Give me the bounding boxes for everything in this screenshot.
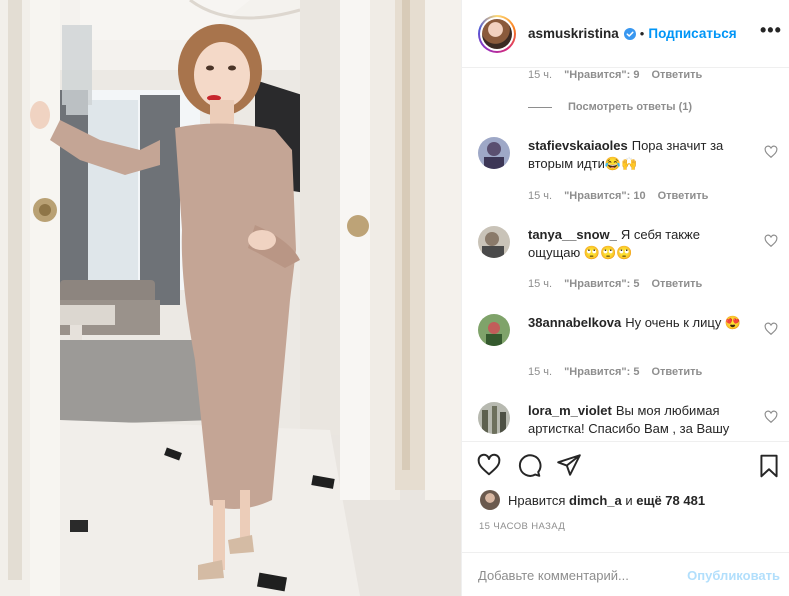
comment-like-heart-icon[interactable] [764,410,778,424]
reply-button[interactable]: Ответить [651,69,702,81]
author-username[interactable]: asmuskristina [528,26,619,41]
view-replies-line [528,106,552,108]
comment-meta: 15 ч. "Нравится": 5 Ответить [528,366,702,378]
bookmark-icon[interactable] [756,453,782,479]
comment-likes[interactable]: "Нравится": 5 [564,366,639,378]
post-side-panel: asmuskristina • Подписаться ••• 15 ч. "Н… [461,0,789,596]
reply-button[interactable]: Ответить [658,190,709,202]
reply-button[interactable]: Ответить [651,278,702,290]
verified-badge-icon [623,27,636,40]
comment-time: 15 ч. [528,69,553,81]
more-options-icon[interactable]: ••• [760,21,781,46]
comment-likes[interactable]: "Нравится": 10 [564,190,645,202]
post-photo[interactable] [0,0,461,596]
commenter-avatar[interactable] [478,137,510,169]
commenter-avatar[interactable] [478,226,510,258]
comment-meta: 15 ч. "Нравится": 5 Ответить [528,278,702,290]
comment-like-heart-icon[interactable] [764,234,778,248]
comment-text: Ну очень к лицу 😍 [625,315,742,330]
comment-like-heart-icon[interactable] [764,322,778,336]
like-heart-icon[interactable] [476,452,502,478]
comment-time: 15 ч. [528,278,553,290]
commenter-username[interactable]: tanya__snow_ [528,227,617,242]
comments-list[interactable]: 15 ч. "Нравится": 9 Ответить Посмотреть … [462,69,789,441]
view-replies-button[interactable]: Посмотреть ответы (1) [528,101,692,113]
liker-username[interactable]: dimch_a [569,493,622,508]
comment-like-heart-icon[interactable] [764,145,778,159]
add-comment-bar: Опубликовать [462,552,789,596]
commenter-avatar[interactable] [478,314,510,346]
comment-likes[interactable]: "Нравится": 5 [564,278,639,290]
post-header: asmuskristina • Подписаться ••• [462,0,789,68]
reply-button[interactable]: Ответить [651,366,702,378]
comment-time: 15 ч. [528,366,553,378]
publish-button[interactable]: Опубликовать [687,568,780,583]
comment-icon[interactable] [516,452,542,478]
commenter-avatar[interactable] [478,402,510,434]
likes-and: и [625,492,633,508]
likes-count[interactable]: ещё 78 481 [636,493,705,508]
reply-meta: 15 ч. "Нравится": 9 Ответить [528,69,702,81]
commenter-username[interactable]: stafievskaiaoles [528,138,628,153]
follow-button[interactable]: Подписаться [648,26,736,41]
comment-likes[interactable]: "Нравится": 9 [564,69,639,81]
post-timestamp[interactable]: 15 ЧАСОВ НАЗАД [479,521,565,532]
likes-prefix: Нравится [508,492,566,508]
comment-input[interactable] [478,567,688,583]
comment-meta: 15 ч. "Нравится": 10 Ответить [528,190,708,202]
header-separator: • [639,26,645,41]
author-avatar[interactable] [478,14,516,53]
author-avatar-image [482,18,512,49]
share-direct-icon[interactable] [556,452,582,478]
liker-avatar [480,490,500,510]
commenter-username[interactable]: lora_m_violet [528,403,612,418]
view-replies-label: Посмотреть ответы (1) [568,101,693,113]
commenter-username[interactable]: 38annabelkova [528,315,621,330]
likes-summary[interactable]: Нравится dimch_a и ещё 78 481 [480,490,705,510]
post-image [0,0,461,596]
post-actions: Нравится dimch_a и ещё 78 481 15 ЧАСОВ Н… [462,441,789,596]
comment-time: 15 ч. [528,190,553,202]
